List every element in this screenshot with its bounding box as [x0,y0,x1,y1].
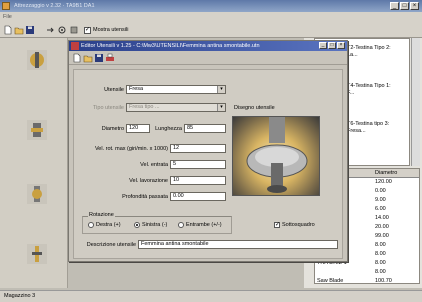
lunghezza-label: Lunghezza [155,126,182,132]
tool-slot-1[interactable] [27,50,47,70]
sottosquadro-checkbox[interactable]: ✓ [274,222,280,228]
profondita-label: Profondità passata [122,194,168,200]
dialog-minimize-button[interactable]: _ [319,42,327,49]
status-bar: Magazzino 3 [0,290,422,302]
open-folder-icon[interactable] [14,25,24,35]
tipo-utensile-select[interactable]: Fresa tipo ... ▾ [126,103,226,112]
scrollbar[interactable] [411,38,420,166]
dialog-maximize-button[interactable]: □ [328,42,336,49]
tool-slot-3[interactable] [27,184,47,204]
table-cell-diameter: 8.00 [375,260,386,266]
print-icon[interactable] [105,53,115,63]
new-file-icon[interactable] [3,25,13,35]
table-cell-diameter: 20.00 [375,224,389,230]
vel-entrata-label: Vel. entrata [140,162,168,168]
save-icon[interactable] [94,53,104,63]
dialog-toolbar [69,51,347,65]
utensile-value: Fresa [129,86,144,92]
dialog-app-icon [71,42,79,50]
tool-head-icon [31,123,43,137]
tipo-utensile-label: Tipo utensile [93,105,124,111]
tool-head-icon [30,52,44,68]
column-header-diameter: Diametro [375,170,398,176]
table-row[interactable]: Saw Blade 100.70 [315,278,419,284]
main-window-title: Attrezzaggio v 2.32 · TA9B1 DA1 [14,3,95,9]
table-cell-diameter: 0.00 [375,188,386,194]
rotazione-sinistra-label: Sinistra (-) [142,222,168,228]
vel-lavorazione-label: Vel. lavorazione [129,178,168,184]
milling-cutter-icon [246,117,308,193]
arrow-icon[interactable] [45,25,55,35]
vel-lavorazione-field[interactable]: 10 [170,176,226,185]
left-tool-strip [0,38,68,288]
tipo-utensile-value: Fresa tipo ... [129,104,160,110]
settings-icon[interactable] [57,25,67,35]
rotazione-sinistra-radio[interactable] [134,222,140,228]
tool-slot-2[interactable] [27,120,47,140]
tool-image [232,116,320,196]
table-cell-diameter: 8.00 [375,269,386,275]
table-cell-diameter: 99.00 [375,233,389,239]
tool-head-icon [32,186,42,202]
vel-entrata-field[interactable]: 5 [170,160,226,169]
main-title-bar: Attrezzaggio v 2.32 · TA9B1 DA1 _ □ × [0,0,422,12]
maximize-button[interactable]: □ [400,2,409,10]
rotazione-destra-radio[interactable] [88,222,94,228]
rotazione-destra-label: Destra (+) [96,222,121,228]
table-row[interactable]: 8.00 [315,269,419,277]
table-cell-diameter: 8.00 [375,251,386,257]
dialog-title: Editor Utensili v 1.25 - C:\Mw3\UTENSILI… [81,43,260,49]
tool-head-icon [32,246,42,262]
tool-slot-4[interactable] [27,244,47,264]
vel-rot-field[interactable]: 12 [170,144,226,153]
diametro-label: Diametro [101,126,124,132]
table-cell-diameter: 14.00 [375,215,389,221]
chevron-down-icon[interactable]: ▾ [217,104,225,111]
profondita-field[interactable]: 0.00 [170,192,226,201]
tool-editor-dialog: Editor Utensili v 1.25 - C:\Mw3\UTENSILI… [68,40,348,262]
rotazione-label: Rotazione [88,212,115,218]
table-cell-name: Saw Blade [317,278,344,284]
minimize-button[interactable]: _ [390,2,399,10]
utensile-label: Utensile [104,87,124,93]
list-item-label: T4-Testina Tipo 1: F... [347,83,391,96]
tool-icon[interactable] [69,25,79,35]
app-icon [2,2,10,10]
descrizione-label: Descrizione utensile [86,242,136,248]
sottosquadro-label: Sottosquadro [282,222,315,228]
disegno-utensile-label: Disegno utensile [234,105,275,111]
rotazione-entrambe-radio[interactable] [178,222,184,228]
close-button[interactable]: × [410,2,419,10]
main-menu-bar: File [0,12,422,22]
table-cell-diameter: 9.00 [375,197,386,203]
show-tools-label: Mostra utensili [93,27,129,33]
list-item-label: T6-Testina tipo 3: Fresa... [347,121,390,134]
show-tools-checkbox[interactable]: ✓ [84,27,91,34]
dialog-close-button[interactable]: × [337,42,345,49]
table-cell-diameter: 8.00 [375,242,386,248]
open-folder-icon[interactable] [83,53,93,63]
table-cell-diameter: 120.00 [375,179,392,185]
diametro-field[interactable]: 120 [126,124,150,133]
list-item-label: T2-Testina Tipo 2: La... [347,45,391,58]
menu-file[interactable]: File [3,14,12,20]
status-text: Magazzino 3 [4,293,36,299]
rotazione-entrambe-label: Entrambe (+/-) [186,222,222,228]
lunghezza-field[interactable]: 85 [184,124,226,133]
dialog-title-bar: Editor Utensili v 1.25 - C:\Mw3\UTENSILI… [69,41,347,51]
utensile-select[interactable]: Fresa ▾ [126,85,226,94]
vel-rot-label: Vel. rot. max (giri/min. x 1000) [94,146,168,152]
main-toolbar: ✓ Mostra utensili [0,22,422,38]
save-icon[interactable] [25,25,35,35]
chevron-down-icon[interactable]: ▾ [217,86,225,93]
table-cell-diameter: 100.70 [375,278,392,284]
dialog-body: Utensile Fresa ▾ Tipo utensile Fresa tip… [73,69,343,259]
descrizione-field[interactable]: Femmina antina smontabile [138,240,338,249]
new-file-icon[interactable] [72,53,82,63]
table-cell-diameter: 6.00 [375,206,386,212]
